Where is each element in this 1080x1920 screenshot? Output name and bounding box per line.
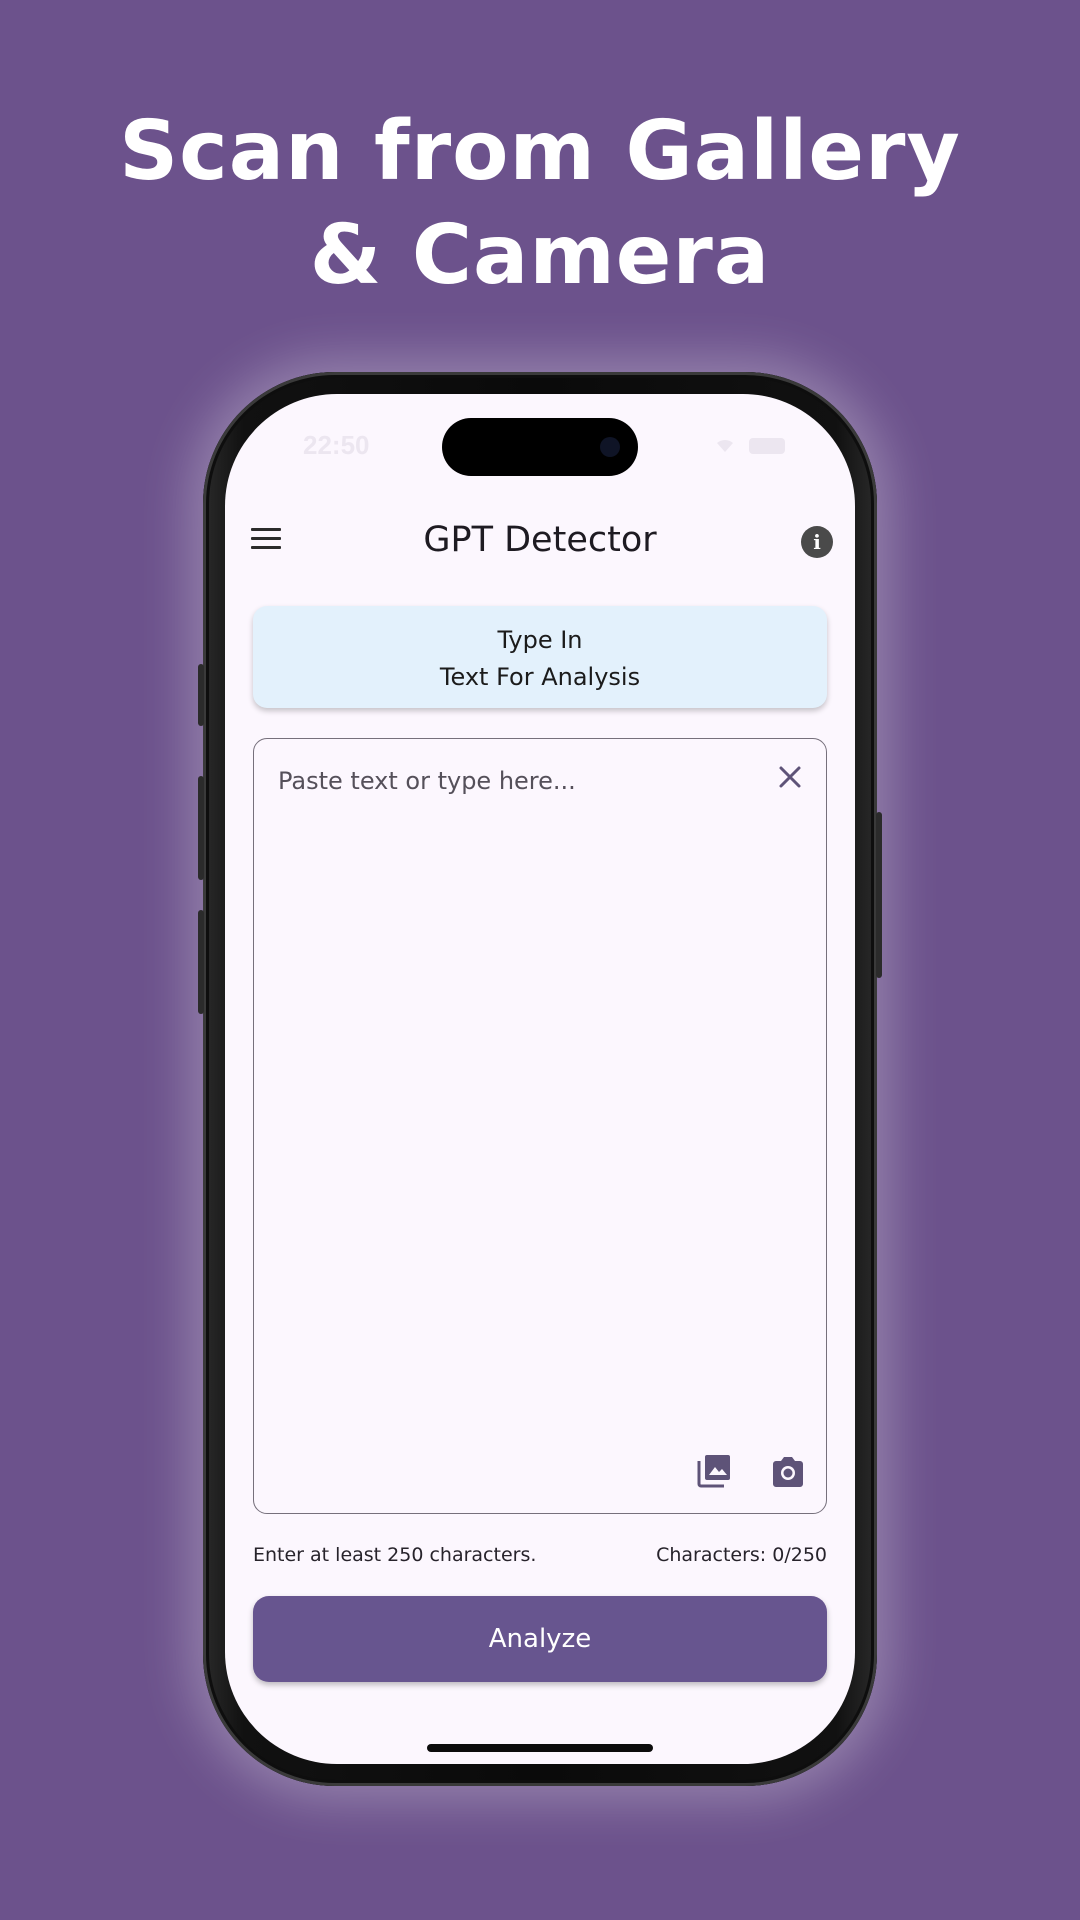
status-icons [717,438,785,454]
text-input-area[interactable]: Paste text or type here... [253,738,827,1514]
home-indicator[interactable] [427,1744,653,1752]
wifi-icon [717,439,733,452]
phone-power-button [876,812,882,978]
input-mode-card[interactable]: Type In Text For Analysis [253,606,827,708]
app-bar: GPT Detector i [225,504,855,584]
dynamic-island [442,418,638,476]
front-camera-icon [600,437,620,457]
headline-line-2: & Camera [309,208,771,303]
phone-screen: 22:50 GPT Detector i Type In Text For An… [225,394,855,1764]
character-counter: Characters: 0/250 [656,1544,827,1566]
gallery-icon[interactable] [696,1453,732,1489]
phone-action-button [198,664,204,726]
status-time: 22:50 [303,430,370,460]
mode-card-line-2: Text For Analysis [439,663,641,691]
camera-icon[interactable] [770,1455,806,1489]
battery-icon [749,438,785,454]
headline-line-1: Scan from Gallery [119,104,961,199]
promo-headline: Scan from Gallery & Camera [0,100,1080,308]
close-icon[interactable] [776,763,804,791]
phone-volume-down-button [198,910,204,1014]
text-input-placeholder: Paste text or type here... [278,767,576,795]
mode-card-line-1: Type In [497,626,583,654]
minimum-length-hint: Enter at least 250 characters. [253,1544,537,1566]
analyze-button[interactable]: Analyze [253,1596,827,1682]
info-icon[interactable]: i [801,526,833,558]
app-title: GPT Detector [423,520,657,560]
phone-volume-up-button [198,776,204,880]
